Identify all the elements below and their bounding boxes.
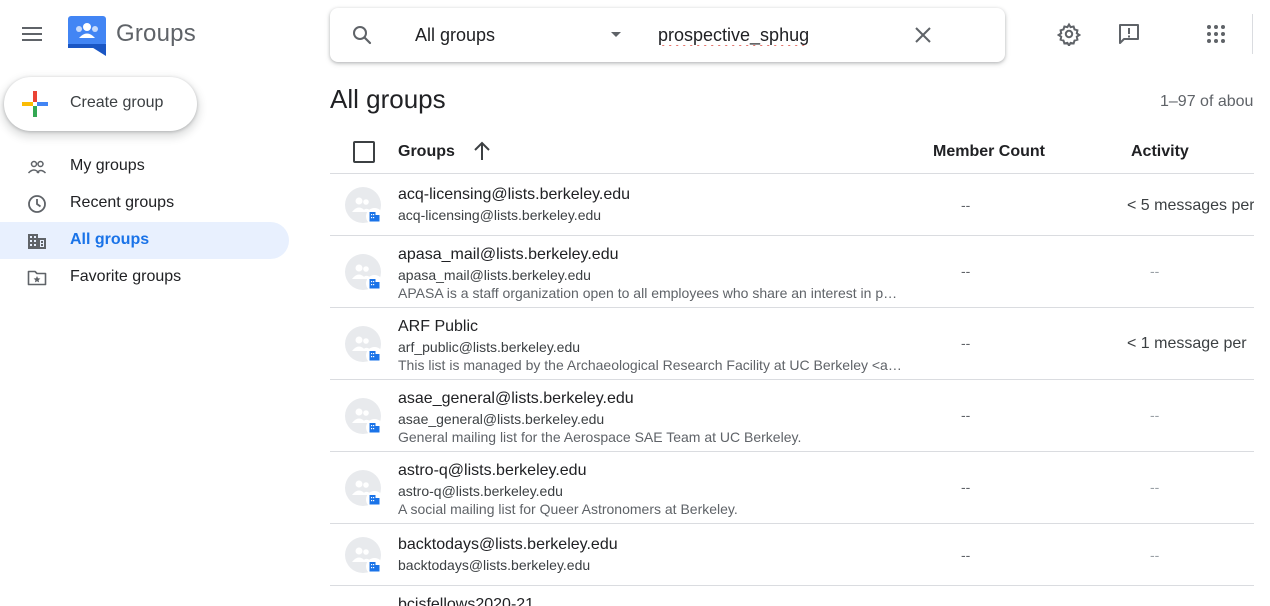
settings-icon[interactable] <box>1057 22 1081 46</box>
sidebar-item-favorite-groups[interactable]: Favorite groups <box>0 259 289 296</box>
member-count: -- <box>961 197 971 213</box>
building-icon <box>369 279 380 289</box>
dropdown-caret-icon <box>611 32 621 37</box>
building-badge <box>366 347 383 364</box>
group-name[interactable]: acq-licensing@lists.berkeley.edu <box>398 186 630 204</box>
table-row[interactable]: acq-licensing@lists.berkeley.edu acq-lice… <box>330 174 1254 236</box>
activity-summary: -- <box>1150 547 1160 563</box>
building-icon <box>369 562 380 572</box>
group-name[interactable]: ARF Public <box>398 318 478 336</box>
sidebar-nav: My groups Recent groups All groups Favor… <box>0 148 290 296</box>
page-title: All groups <box>330 84 446 114</box>
building-icon <box>369 351 380 361</box>
building-icon <box>369 212 380 222</box>
sort-ascending-icon[interactable] <box>472 140 492 162</box>
column-header-activity[interactable]: Activity <box>1131 143 1189 161</box>
clear-icon[interactable] <box>911 23 935 47</box>
table-row[interactable]: astro-q@lists.berkeley.edu astro-q@lists.… <box>330 452 1254 524</box>
search-icon[interactable] <box>350 23 374 47</box>
member-count: -- <box>961 479 971 495</box>
table-row[interactable]: bcisfellows2020-21 <box>330 586 1254 606</box>
group-description: General mailing list for the Aerospace S… <box>398 429 802 445</box>
clock-icon <box>28 195 46 213</box>
activity-summary: < 5 messages per <box>1127 197 1254 214</box>
group-description: APASA is a staff organization open to al… <box>398 285 898 301</box>
member-count: -- <box>961 263 971 279</box>
group-email: arf_public@lists.berkeley.edu <box>398 339 581 355</box>
sidebar-item-label: My groups <box>70 157 145 174</box>
feedback-icon[interactable] <box>1117 22 1141 46</box>
google-groups-logo[interactable] <box>68 16 106 56</box>
column-header-member-count[interactable]: Member Count <box>933 143 1045 161</box>
sidebar-item-label: Favorite groups <box>70 268 182 285</box>
group-description: A social mailing list for Queer Astronom… <box>398 501 738 517</box>
building-badge <box>366 208 383 225</box>
group-description: This list is managed by the Archaeologic… <box>398 357 902 373</box>
building-icon <box>28 234 46 249</box>
column-header-groups[interactable]: Groups <box>398 143 455 161</box>
group-avatar <box>345 326 383 364</box>
table-row[interactable]: ARF Public arf_public@lists.berkeley.edu T… <box>330 308 1254 380</box>
create-group-button[interactable]: Create group <box>4 77 197 131</box>
table-header: Groups Member Count Activity <box>330 130 1254 174</box>
group-avatar <box>345 398 383 436</box>
building-icon <box>369 495 380 505</box>
member-count: -- <box>961 407 971 423</box>
apps-grid-icon[interactable] <box>1204 22 1228 46</box>
result-count: 1–97 of abou <box>1160 93 1254 110</box>
table-row[interactable]: asae_general@lists.berkeley.edu asae_gene… <box>330 380 1254 452</box>
table-body: acq-licensing@lists.berkeley.edu acq-lice… <box>330 174 1254 606</box>
search-scope-select[interactable]: All groups <box>415 8 630 62</box>
sidebar-item-recent-groups[interactable]: Recent groups <box>0 185 289 222</box>
product-name: Groups <box>116 20 196 47</box>
group-name[interactable]: backtodays@lists.berkeley.edu <box>398 536 618 554</box>
group-name[interactable]: bcisfellows2020-21 <box>398 596 534 606</box>
group-email: backtodays@lists.berkeley.edu <box>398 557 591 573</box>
group-email: asae_general@lists.berkeley.edu <box>398 411 605 427</box>
activity-summary: -- <box>1150 407 1160 423</box>
table-row[interactable]: backtodays@lists.berkeley.edu backtodays@… <box>330 524 1254 586</box>
activity-summary: < 1 message per <box>1127 335 1247 352</box>
member-count: -- <box>961 547 971 563</box>
building-badge <box>366 419 383 436</box>
sidebar-item-label: Recent groups <box>70 194 175 211</box>
building-icon <box>369 423 380 433</box>
group-name[interactable]: apasa_mail@lists.berkeley.edu <box>398 246 619 264</box>
group-avatar <box>345 254 383 292</box>
group-avatar <box>345 470 383 508</box>
search-bar[interactable]: All groups <box>330 8 1005 62</box>
header-divider <box>1252 14 1253 54</box>
group-email: acq-licensing@lists.berkeley.edu <box>398 207 602 223</box>
group-name[interactable]: astro-q@lists.berkeley.edu <box>398 462 586 480</box>
table-row[interactable]: apasa_mail@lists.berkeley.edu apasa_mail@… <box>330 236 1254 308</box>
hamburger-menu-icon <box>22 27 42 41</box>
groups-table: Groups Member Count Activity acq-licensi… <box>330 130 1254 606</box>
search-input[interactable] <box>658 22 888 48</box>
group-avatar <box>345 187 383 225</box>
plus-icon <box>22 91 48 117</box>
select-all-checkbox[interactable] <box>353 141 375 163</box>
building-badge <box>366 491 383 508</box>
building-badge <box>366 558 383 575</box>
sidebar-item-all-groups[interactable]: All groups <box>0 222 289 259</box>
member-count: -- <box>961 335 971 351</box>
activity-summary: -- <box>1150 479 1160 495</box>
people-icon <box>27 160 47 174</box>
building-badge <box>366 275 383 292</box>
create-group-label: Create group <box>70 94 164 111</box>
star-folder-icon <box>27 270 47 286</box>
group-avatar <box>345 537 383 575</box>
group-email: apasa_mail@lists.berkeley.edu <box>398 267 591 283</box>
group-name[interactable]: asae_general@lists.berkeley.edu <box>398 390 634 408</box>
sidebar-item-my-groups[interactable]: My groups <box>0 148 289 185</box>
activity-summary: -- <box>1150 263 1160 279</box>
main-menu-button[interactable] <box>19 21 45 47</box>
group-email: astro-q@lists.berkeley.edu <box>398 483 563 499</box>
sidebar-item-label: All groups <box>70 231 150 248</box>
search-scope-label: All groups <box>415 24 496 45</box>
